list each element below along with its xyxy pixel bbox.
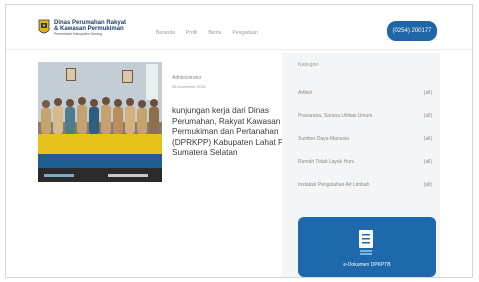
- site-header: Dinas Perumahan Rakyat & Kawasan Permuki…: [6, 5, 472, 50]
- phone-button[interactable]: (0254) 200177: [387, 21, 437, 41]
- post-title-line: Permukiman dan Pertanahan: [172, 127, 279, 137]
- category-item[interactable]: Rumah Tidak Layak Huni (all): [298, 159, 438, 182]
- category-list: Artikel (all) Prasarana, Sarana Utilitas…: [298, 90, 438, 205]
- e-document-label: e-Dokumen DPKPTB: [343, 262, 391, 268]
- post-title[interactable]: kunjungan kerja dari Dinas Perumahan, Ra…: [172, 106, 308, 159]
- category-item[interactable]: Instalasi Pengolahan Air Limbah (all): [298, 182, 438, 205]
- group-photo-image: [38, 62, 162, 182]
- document-icon: [359, 230, 373, 255]
- category-count: (all): [423, 159, 432, 165]
- nav-item-pengaduan[interactable]: Pengaduan: [232, 30, 258, 36]
- post-title-line: Sumatera Selatan: [172, 148, 238, 158]
- post-title-line: kunjungan kerja dari Dinas: [172, 106, 269, 115]
- post-date: 08 November 2022: [172, 84, 207, 89]
- category-item[interactable]: Artikel (all): [298, 90, 438, 113]
- post-title-line: Perumahan, Rakyat Kawasan: [172, 116, 281, 126]
- category-name: Instalasi Pengolahan Air Limbah: [298, 182, 370, 188]
- logo-line-3: Pemerintah Kabupaten Serang: [54, 32, 103, 36]
- post-thumbnail[interactable]: [38, 62, 162, 182]
- sidebar: Kategori Artikel (all) Prasarana, Sarana…: [282, 53, 440, 277]
- post-author[interactable]: Administrator: [172, 75, 201, 81]
- category-name: Artikel: [298, 90, 312, 96]
- category-heading: Kategori: [298, 62, 319, 68]
- site-logo[interactable]: Dinas Perumahan Rakyat & Kawasan Permuki…: [54, 20, 126, 37]
- category-name: Prasarana, Sarana Utilitas Umum: [298, 113, 373, 119]
- post-title-line: (DPRKPP) Kabupaten Lahat Provinsi: [172, 137, 308, 147]
- category-name: Sumber Daya Manusia: [298, 136, 349, 142]
- browser-frame: Dinas Perumahan Rakyat & Kawasan Permuki…: [5, 4, 473, 278]
- nav-item-beranda[interactable]: Beranda: [156, 30, 175, 36]
- e-document-card[interactable]: e-Dokumen DPKPTB: [298, 217, 436, 277]
- category-count: (all): [423, 136, 432, 142]
- category-item[interactable]: Sumber Daya Manusia (all): [298, 136, 438, 159]
- category-count: (all): [423, 113, 432, 119]
- category-count: (all): [423, 90, 432, 96]
- nav-item-profil[interactable]: Profil: [186, 30, 197, 36]
- category-count: (all): [423, 182, 432, 188]
- category-name: Rumah Tidak Layak Huni: [298, 159, 354, 165]
- nav-item-berita[interactable]: Berita: [208, 30, 221, 36]
- kabupaten-emblem-icon[interactable]: [38, 19, 50, 37]
- main-nav: Beranda Profil Berita Pengaduan: [156, 30, 258, 36]
- category-item[interactable]: Prasarana, Sarana Utilitas Umum (all): [298, 113, 438, 136]
